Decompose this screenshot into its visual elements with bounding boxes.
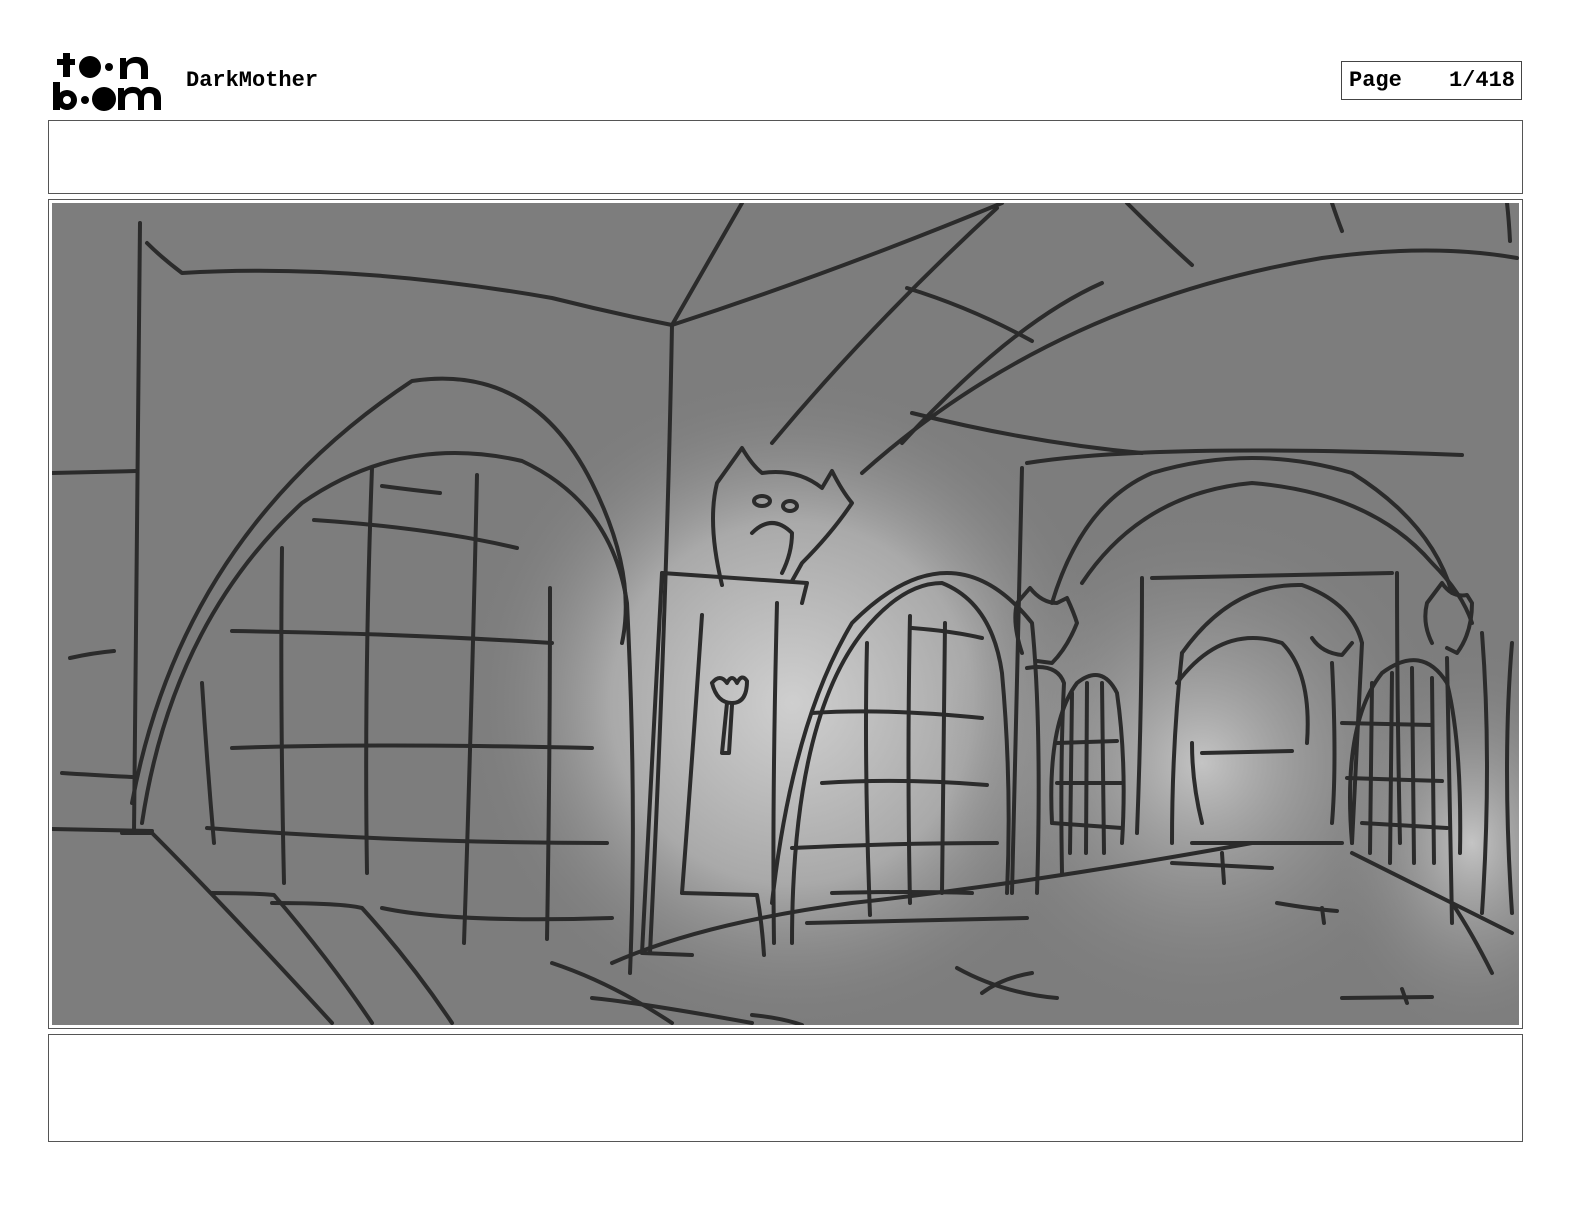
page-label: Page [1349,68,1402,93]
page-indicator: Page 1/418 [1341,61,1522,100]
top-notes-box[interactable] [48,120,1523,194]
bottom-notes-box[interactable] [48,1034,1523,1142]
toon-boom-logo [52,50,164,112]
page-number: 1/418 [1448,68,1515,93]
storyboard-panel-image [52,203,1519,1025]
castle-corridor-sketch-icon [52,203,1519,1025]
toon-boom-logo-icon [53,53,161,111]
project-title: DarkMother [186,68,319,93]
